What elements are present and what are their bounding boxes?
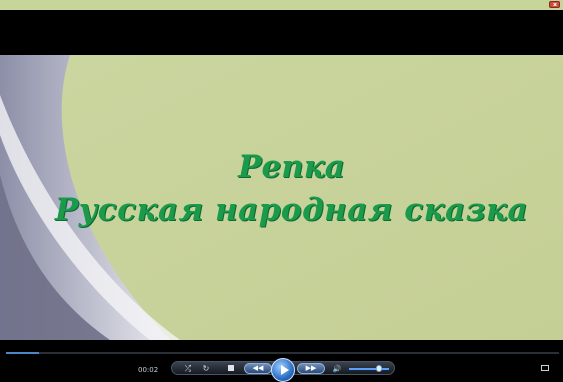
seek-bar-progress [6, 352, 40, 354]
video-area[interactable]: Репка Русская народная сказка [0, 55, 563, 340]
window-top-bar [0, 0, 563, 10]
video-title-line-2: Русская народная сказка [54, 192, 529, 228]
switch-to-library-button[interactable] [541, 365, 549, 371]
seek-bar[interactable] [6, 352, 559, 354]
elapsed-time: 00:02 [138, 366, 159, 374]
close-button[interactable] [549, 1, 560, 8]
player-controls: 00:02 ⤮ ↻ ◀◀ ▶▶ 🔊 [0, 340, 563, 382]
volume-icon[interactable]: 🔊 [331, 364, 343, 374]
shuffle-icon[interactable]: ⤮ [183, 364, 193, 374]
video-title-line-1: Репка [238, 149, 345, 185]
next-button[interactable]: ▶▶ [297, 363, 325, 374]
volume-slider[interactable] [349, 368, 389, 370]
volume-slider-handle[interactable] [376, 365, 382, 372]
repeat-icon[interactable]: ↻ [201, 364, 211, 374]
previous-button[interactable]: ◀◀ [244, 363, 272, 374]
play-button[interactable] [271, 358, 295, 382]
stop-button[interactable] [228, 365, 234, 371]
